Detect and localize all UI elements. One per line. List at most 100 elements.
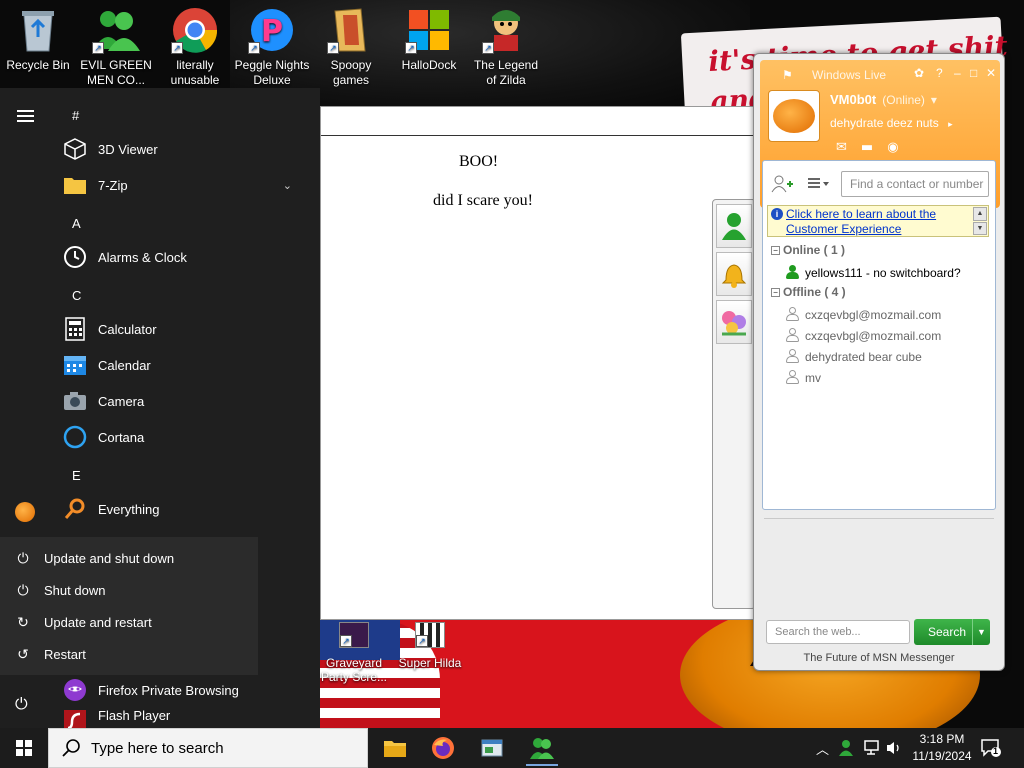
app-flash-player[interactable]: Flash Player [62, 708, 312, 728]
find-contact-input[interactable]: Find a contact or number [841, 171, 989, 197]
desktop-icon-zilda[interactable]: ↗ The Legend of Zilda [468, 4, 544, 88]
app-label: Camera [98, 393, 145, 409]
contact-online[interactable]: yellows111 - no switchboard? [785, 265, 985, 280]
search-dropdown-icon[interactable]: ▼ [972, 619, 990, 645]
offline-buddy-icon [785, 328, 799, 343]
app-calculator[interactable]: Calculator [62, 313, 312, 345]
app-3d-viewer[interactable]: 3D Viewer [62, 133, 312, 165]
add-contact-button[interactable] [769, 171, 795, 197]
section-header-c[interactable]: C [72, 288, 81, 303]
buddy-button[interactable] [716, 204, 752, 248]
power-restart[interactable]: ↺ Restart [14, 642, 86, 666]
maximize-button[interactable]: □ [970, 66, 977, 80]
app-camera[interactable]: Camera [62, 385, 312, 417]
tray-volume[interactable] [886, 728, 902, 768]
start-button[interactable] [0, 728, 48, 768]
collapse-icon[interactable]: − [771, 288, 780, 297]
desktop-icon-green-men[interactable]: ↗ EVIL GREEN MEN CO... [78, 4, 154, 88]
recycle-bin-icon [14, 6, 62, 54]
window-app-icon [481, 739, 503, 757]
shortcut-arrow-icon: ↗ [327, 42, 339, 54]
desktop-icon-graveyard[interactable]: ↗ Graveyard Party Scre... [314, 622, 394, 684]
app-7zip[interactable]: 7-Zip ⌄ [62, 169, 312, 201]
contact-offline[interactable]: mv [785, 370, 985, 385]
scroll-down-icon[interactable]: ▼ [973, 221, 987, 235]
taskbar-search-box[interactable]: Type here to search [48, 728, 368, 768]
offline-buddy-icon [785, 307, 799, 322]
graveyard-icon: ↗ [339, 622, 369, 648]
emoticons-button[interactable] [716, 300, 752, 344]
section-header-hash[interactable]: # [72, 108, 79, 123]
taskbar-msn-messenger[interactable] [526, 732, 558, 766]
help-button[interactable]: ? [936, 66, 943, 80]
status-dropdown-icon[interactable]: ▾ [931, 93, 937, 107]
desktop-icon-label: EVIL GREEN MEN CO... [80, 58, 152, 87]
app-calendar[interactable]: Calendar [62, 349, 312, 381]
action-center-button[interactable]: 1 [980, 738, 1002, 758]
globe-icon[interactable]: ◉ [887, 140, 898, 155]
sort-contacts-button[interactable] [805, 171, 831, 197]
power-update-shut-down[interactable]: ⏻ Update and shut down [14, 546, 174, 570]
status-text: (Online) [882, 93, 925, 107]
power-shut-down[interactable]: ⏻ Shut down [14, 578, 105, 602]
peggle-icon: P ↗ [248, 6, 296, 54]
list-menu-icon [808, 178, 829, 188]
firefox-private-icon [62, 677, 88, 703]
desktop-icon-spoopy-games[interactable]: ↗ Spoopy games [313, 4, 389, 88]
section-header-e[interactable]: E [72, 468, 81, 483]
msn-messenger-window[interactable]: ⚑ Windows Live ✿ ? – □ ✕ VM0b0t (Online) ▾… [753, 53, 1005, 671]
app-cortana[interactable]: Cortana [62, 421, 312, 453]
power-update-restart[interactable]: ↻ Update and restart [14, 610, 152, 634]
group-online[interactable]: − Online ( 1 ) [771, 243, 845, 257]
section-header-a[interactable]: A [72, 216, 81, 231]
web-search-input[interactable]: Search the web... [766, 620, 910, 644]
user-avatar[interactable] [15, 502, 35, 522]
tray-network[interactable] [862, 728, 880, 768]
clock[interactable]: 3:18 PM 11/19/2024 [906, 731, 978, 765]
shortcut-arrow-icon: ↗ [340, 635, 352, 647]
personal-message[interactable]: dehydrate deez nuts ▸ [830, 116, 953, 130]
folder-icon: ↗ [327, 6, 375, 54]
contact-offline[interactable]: cxzqevbgl@mozmail.com [785, 307, 985, 322]
taskbar-file-explorer[interactable] [379, 732, 411, 764]
avatar[interactable] [768, 90, 820, 142]
offline-buddy-icon [785, 349, 799, 364]
desktop-icon-recycle-bin[interactable]: Recycle Bin [0, 4, 76, 73]
app-everything[interactable]: Everything [62, 493, 312, 525]
flash-icon [62, 708, 88, 728]
tray-msn[interactable] [838, 728, 854, 768]
app-firefox-private[interactable]: Firefox Private Browsing [62, 674, 312, 706]
contact-offline[interactable]: dehydrated bear cube [785, 349, 985, 364]
customer-experience-link[interactable]: Click here to learn about the Customer E… [786, 207, 936, 236]
tray-show-hidden-icons[interactable]: ︿ [816, 728, 829, 768]
close-button[interactable]: ✕ [986, 66, 996, 80]
hamburger-menu-icon[interactable] [17, 110, 34, 122]
desktop-icon-super-hilda[interactable]: ↗ Super Hilda [390, 622, 470, 670]
contacts-toolbar: Find a contact or number [769, 167, 989, 201]
svg-text:P: P [261, 14, 283, 49]
scroll-up-icon[interactable]: ▲ [973, 207, 987, 221]
document-window[interactable]: BOO! did I scare you! [320, 106, 760, 620]
taskbar-notepad[interactable] [476, 732, 508, 764]
desktop-icon-hallodock[interactable]: ↗ HalloDock [391, 4, 467, 73]
info-scrollbar[interactable]: ▲ ▼ [973, 207, 987, 235]
app-alarms-clock[interactable]: Alarms & Clock [62, 241, 312, 273]
group-offline[interactable]: − Offline ( 4 ) [771, 285, 846, 299]
minimize-button[interactable]: – [954, 66, 961, 80]
taskbar-firefox[interactable] [427, 732, 459, 764]
chrome-icon: ↗ [171, 6, 219, 54]
power-icon[interactable]: ⏻ [15, 696, 28, 714]
restart-update-icon: ↻ [17, 613, 29, 630]
spaces-icon[interactable]: ▬ [861, 140, 873, 155]
alerts-button[interactable] [716, 252, 752, 296]
windows-logo-icon [16, 740, 32, 756]
desktop-icon-chrome[interactable]: ↗ literally unusable [157, 4, 233, 88]
contact-offline[interactable]: cxzqevbgl@mozmail.com [785, 328, 985, 343]
chevron-down-icon[interactable]: ⌄ [283, 179, 292, 192]
desktop-icon-peggle[interactable]: P ↗ Peggle Nights Deluxe [234, 4, 310, 88]
mail-icon[interactable]: ✉ [836, 140, 847, 155]
collapse-icon[interactable]: − [771, 246, 780, 255]
display-name[interactable]: VM0b0t (Online) ▾ [830, 92, 937, 107]
search-button[interactable]: Search ▼ [914, 619, 990, 645]
contact-name: dehydrated bear cube [805, 349, 922, 364]
